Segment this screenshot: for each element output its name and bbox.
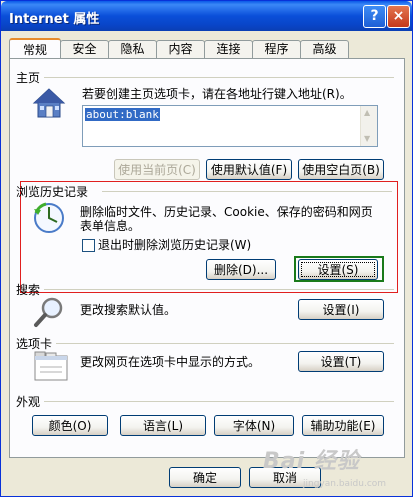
tab-security[interactable]: 安全 (60, 40, 109, 58)
divider (56, 343, 394, 344)
tab-programs[interactable]: 程序 (252, 40, 301, 58)
divider (102, 191, 392, 192)
use-blank-button[interactable]: 使用空白页(B) (298, 159, 384, 180)
window-title: Internet 属性 (9, 12, 100, 27)
divider (44, 401, 394, 402)
delete-on-exit-label[interactable]: 退出时删除浏览历史记录(W) (98, 238, 251, 252)
divider (44, 289, 394, 290)
title-bar[interactable]: Internet 属性 ? × (1, 1, 412, 31)
tab-general[interactable]: 常规 (9, 38, 61, 60)
history-section-label: 浏览历史记录 (16, 185, 89, 199)
homepage-section-label: 主页 (16, 71, 41, 85)
languages-button[interactable]: 语言(L) (120, 415, 206, 436)
homepage-description: 若要创建主页选项卡，请在各地址行键入地址(R)。 (82, 87, 352, 101)
tab-advanced[interactable]: 高级 (300, 40, 349, 58)
tab-privacy[interactable]: 隐私 (108, 40, 157, 58)
divider (44, 77, 394, 78)
internet-options-window: Internet 属性 ? × 常规 安全 隐私 内容 连接 程序 高级 主页 … (0, 0, 413, 497)
scroll-down-icon[interactable]: ▼ (364, 134, 370, 143)
textarea-scrollbar[interactable]: ▲ ▼ (360, 106, 377, 146)
baidu-watermark-url: jingyan.baidu.com (303, 479, 387, 489)
fonts-button[interactable]: 字体(N) (214, 415, 294, 436)
close-button[interactable]: × (387, 5, 410, 28)
tabs-section-label: 选项卡 (16, 337, 53, 351)
history-description-line2: 表单信息。 (80, 219, 141, 233)
tab-content[interactable]: 内容 (156, 40, 205, 58)
homepage-address-value: about:blank (85, 108, 160, 121)
general-tab-panel: 主页 若要创建主页选项卡，请在各地址行键入地址(R)。 about:blank … (9, 58, 405, 458)
use-current-page-button[interactable]: 使用当前页(C) (114, 159, 200, 180)
history-settings-button[interactable]: 设置(S) (298, 259, 378, 280)
tabs-window-icon (34, 351, 68, 384)
colors-button[interactable]: 颜色(O) (32, 415, 108, 436)
home-icon (32, 87, 66, 122)
search-description: 更改搜索默认值。 (80, 303, 177, 317)
history-description-line1: 删除临时文件、历史记录、Cookie、保存的密码和网页 (80, 205, 373, 219)
help-button[interactable]: ? (363, 5, 386, 28)
tab-connections[interactable]: 连接 (204, 40, 253, 58)
appearance-section-label: 外观 (16, 395, 41, 409)
tabs-settings-button[interactable]: 设置(T) (298, 351, 384, 372)
baidu-watermark: Bai 经验 (263, 449, 360, 474)
tabs-description: 更改网页在选项卡中显示的方式。 (80, 355, 261, 369)
history-clock-icon (32, 201, 66, 238)
homepage-address-input[interactable]: about:blank ▲ ▼ (82, 105, 378, 147)
ok-button[interactable]: 确定 (169, 467, 241, 488)
delete-on-exit-checkbox[interactable] (82, 239, 95, 252)
delete-history-button[interactable]: 删除(D)... (206, 259, 276, 280)
search-magnifier-icon (32, 295, 66, 332)
scroll-up-icon[interactable]: ▲ (364, 108, 370, 117)
accessibility-button[interactable]: 辅助功能(E) (302, 415, 384, 436)
search-settings-button[interactable]: 设置(I) (298, 299, 384, 320)
use-default-button[interactable]: 使用默认值(F) (206, 159, 292, 180)
